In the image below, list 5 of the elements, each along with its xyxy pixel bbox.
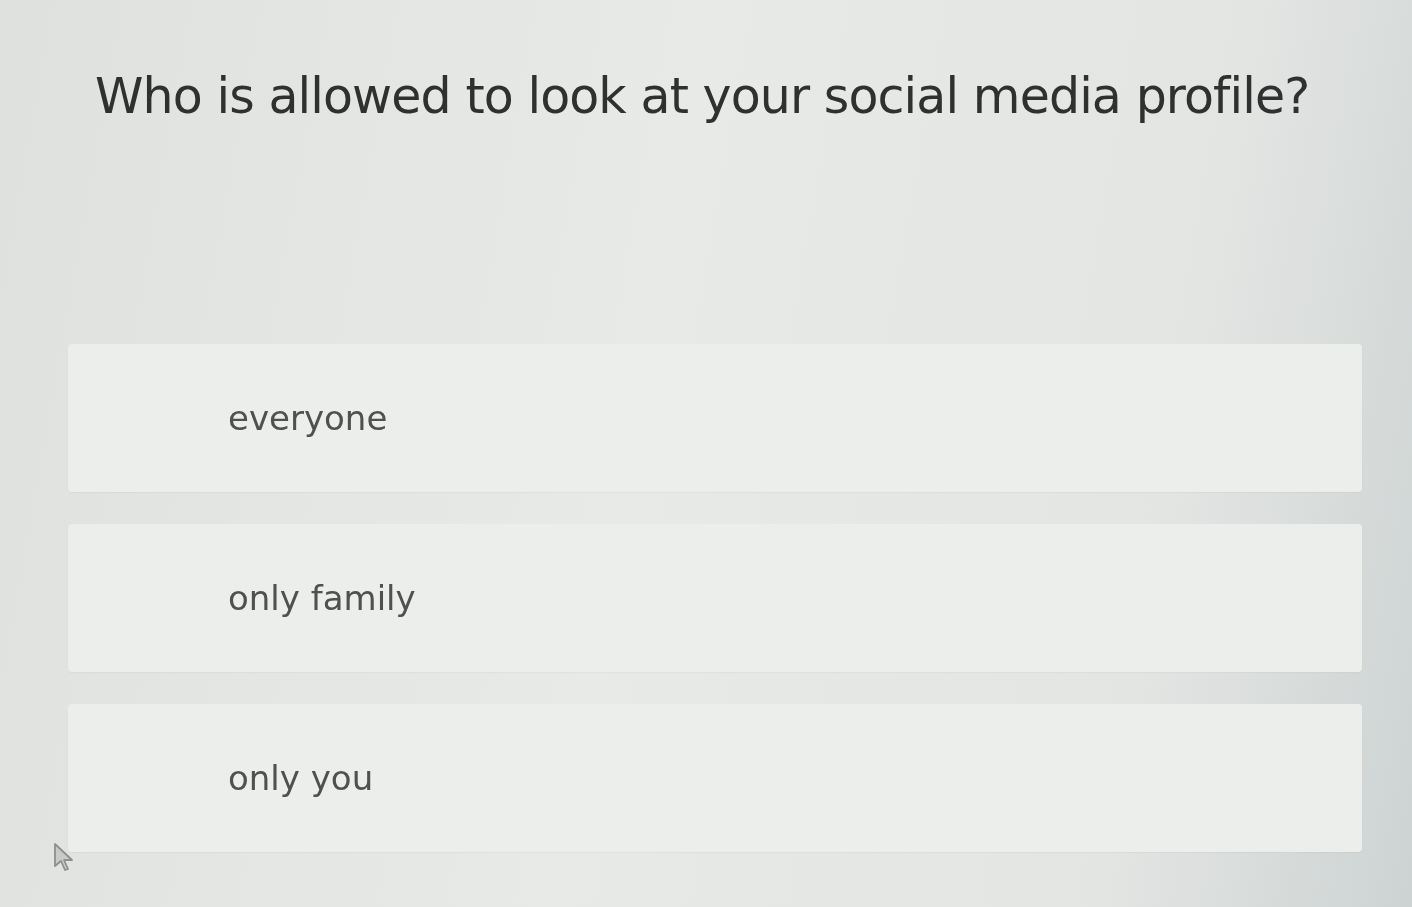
answer-option[interactable]: only family bbox=[68, 524, 1362, 672]
mouse-pointer-icon bbox=[53, 842, 75, 872]
question-text: Who is allowed to look at your social media profile? bbox=[95, 67, 1310, 127]
answer-option[interactable]: only you bbox=[68, 704, 1362, 852]
answer-option[interactable]: everyone bbox=[68, 344, 1362, 492]
